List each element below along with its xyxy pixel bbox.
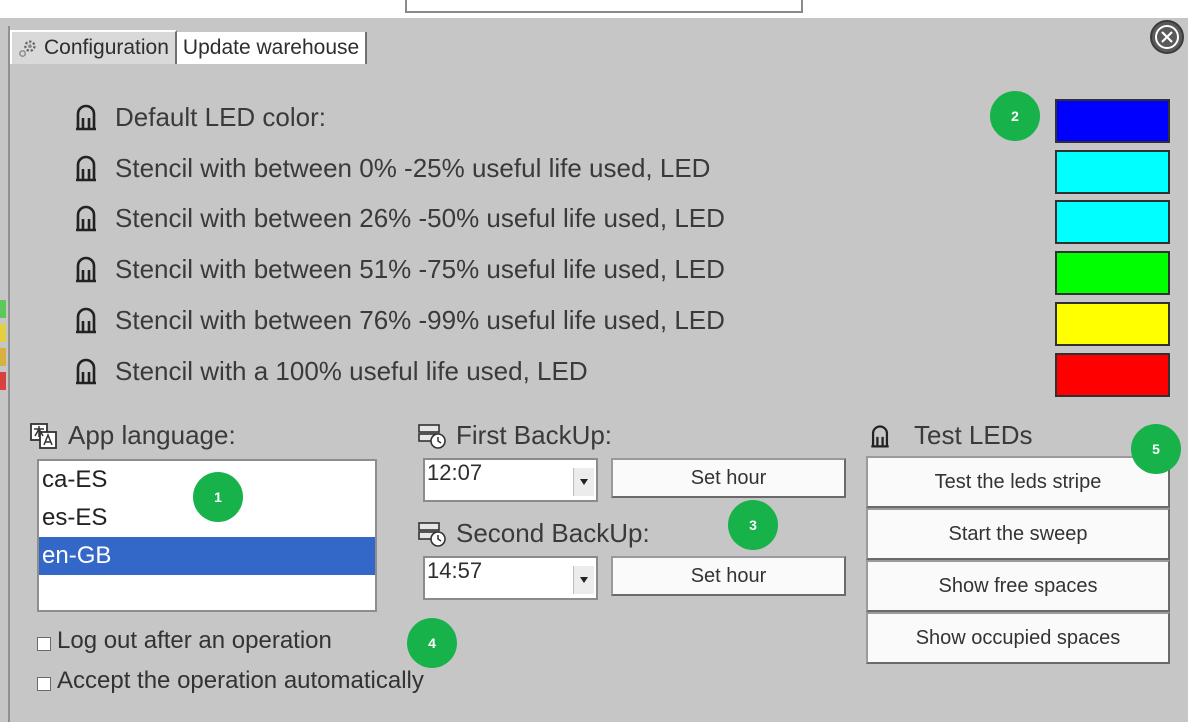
led-setting-default: Default LED color: xyxy=(73,97,326,137)
tab-update-warehouse-label: Update warehouse xyxy=(182,36,360,59)
annotation-badge-1: 1 xyxy=(193,472,243,522)
app-language-label: App language: xyxy=(68,420,236,450)
chevron-down-icon[interactable] xyxy=(573,566,594,594)
backup-schedule-icon xyxy=(418,423,446,449)
chevron-down-icon[interactable] xyxy=(573,468,594,496)
tab-update-warehouse[interactable]: Update warehouse xyxy=(176,32,368,64)
accept-operation-automatically-checkbox[interactable] xyxy=(37,677,51,691)
language-icon xyxy=(30,422,57,449)
first-backup-title: First BackUp: xyxy=(418,420,612,451)
led-setting-100: Stencil with a 100% useful life used, LE… xyxy=(73,351,588,391)
annotation-badge-2: 2 xyxy=(990,91,1040,141)
led-setting-label: Stencil with between 26% -50% useful lif… xyxy=(115,202,725,233)
window-left-border xyxy=(8,26,10,722)
second-backup-time-select[interactable]: 14:57 xyxy=(423,556,598,600)
led-icon xyxy=(871,424,889,448)
led-setting-label: Stencil with a 100% useful life used, LE… xyxy=(115,355,588,386)
start-sweep-button[interactable]: Start the sweep xyxy=(866,508,1170,560)
gear-icon xyxy=(19,40,36,57)
led-icon xyxy=(76,307,96,334)
led-setting-label: Stencil with between 0% -25% useful life… xyxy=(115,152,711,183)
annotation-badge-3: 3 xyxy=(728,500,778,550)
led-setting-51-75: Stencil with between 51% -75% useful lif… xyxy=(73,249,725,289)
annotation-badge-5: 5 xyxy=(1131,424,1181,474)
led-setting-26-50: Stencil with between 26% -50% useful lif… xyxy=(73,198,725,238)
first-backup-time-value: 12:07 xyxy=(427,460,483,485)
led-icon xyxy=(76,358,96,385)
accept-operation-automatically-label: Accept the operation automatically xyxy=(57,667,424,694)
led-icon xyxy=(76,256,96,283)
color-swatch-0-25[interactable] xyxy=(1055,150,1170,194)
logout-after-operation-checkbox[interactable] xyxy=(37,637,51,651)
close-icon xyxy=(1155,25,1179,49)
led-setting-76-99: Stencil with between 76% -99% useful lif… xyxy=(73,300,725,340)
color-swatch-26-50[interactable] xyxy=(1055,200,1170,244)
tab-configuration[interactable]: Configuration xyxy=(10,30,177,64)
window-edge-markers xyxy=(0,300,6,460)
led-icon xyxy=(76,155,96,182)
accept-operation-automatically-option[interactable]: Accept the operation automatically xyxy=(37,667,424,695)
show-free-spaces-button[interactable]: Show free spaces xyxy=(866,560,1170,612)
led-setting-label: Stencil with between 76% -99% useful lif… xyxy=(115,304,725,335)
backup-schedule-icon xyxy=(418,521,446,547)
logout-after-operation-label: Log out after an operation xyxy=(57,627,332,654)
color-swatch-51-75[interactable] xyxy=(1055,251,1170,295)
test-leds-title: Test LEDs xyxy=(866,420,1033,451)
logout-after-operation-option[interactable]: Log out after an operation xyxy=(37,627,332,655)
led-icon xyxy=(76,104,96,131)
tab-configuration-label: Configuration xyxy=(44,36,169,59)
first-backup-time-select[interactable]: 12:07 xyxy=(423,458,598,502)
second-backup-label: Second BackUp: xyxy=(456,518,650,548)
test-leds-stripe-button[interactable]: Test the leds stripe xyxy=(866,456,1170,508)
close-button[interactable] xyxy=(1150,20,1184,54)
led-icon xyxy=(76,205,96,232)
annotation-badge-4: 4 xyxy=(407,618,457,668)
second-backup-title: Second BackUp: xyxy=(418,518,650,549)
top-field xyxy=(405,0,803,13)
second-backup-time-value: 14:57 xyxy=(427,558,483,583)
first-backup-label: First BackUp: xyxy=(456,420,613,450)
led-setting-0-25: Stencil with between 0% -25% useful life… xyxy=(73,148,710,188)
led-setting-label: Stencil with between 51% -75% useful lif… xyxy=(115,253,725,284)
led-setting-label: Default LED color: xyxy=(115,101,326,132)
color-swatch-100[interactable] xyxy=(1055,353,1170,397)
first-backup-set-hour-button[interactable]: Set hour xyxy=(611,458,846,498)
tab-bar: Configuration Update warehouse xyxy=(10,30,368,64)
language-option-en-gb[interactable]: en-GB xyxy=(39,537,375,575)
color-swatch-default[interactable] xyxy=(1055,99,1170,143)
color-swatch-76-99[interactable] xyxy=(1055,302,1170,346)
second-backup-set-hour-button[interactable]: Set hour xyxy=(611,556,846,596)
test-leds-label: Test LEDs xyxy=(914,420,1033,450)
app-language-title: App language: xyxy=(30,420,236,451)
show-occupied-spaces-button[interactable]: Show occupied spaces xyxy=(866,612,1170,664)
